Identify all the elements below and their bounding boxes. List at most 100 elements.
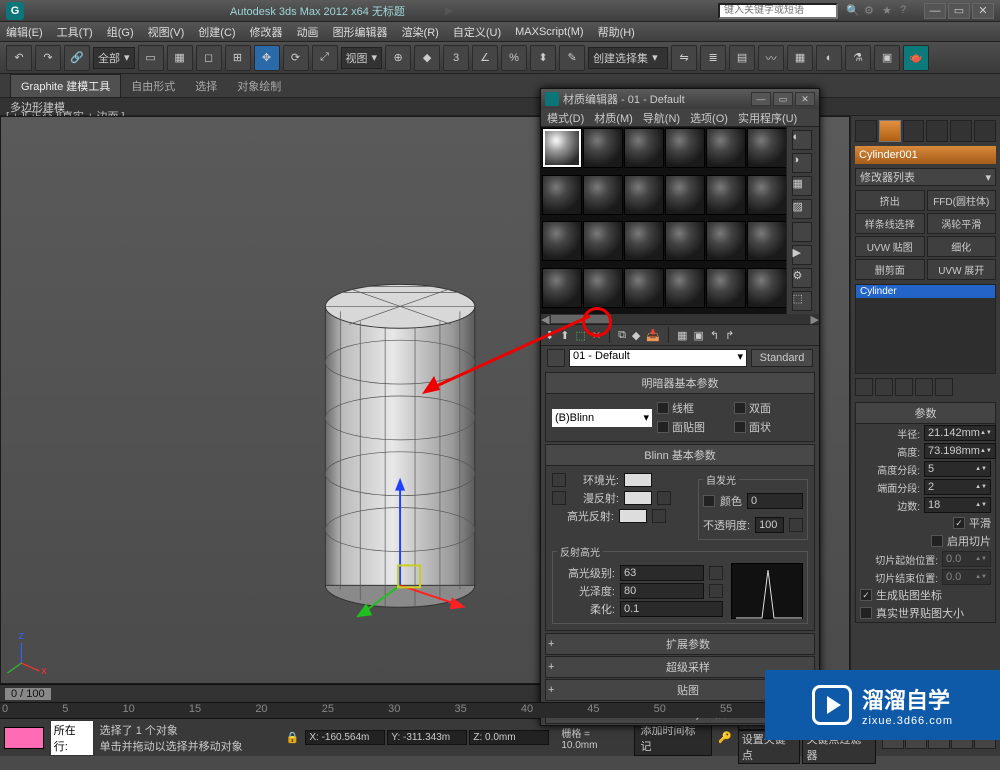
height-spinner[interactable]: 73.198mm▲▼ — [924, 443, 996, 459]
listener-field[interactable]: 所在行: — [50, 720, 94, 756]
mod-btn[interactable]: 挤出 — [855, 190, 925, 211]
options-button[interactable]: ⚙ — [792, 268, 812, 288]
backlight-button[interactable]: ◑ — [792, 153, 812, 173]
mat-menu-item[interactable]: 选项(O) — [690, 110, 728, 126]
mod-btn[interactable]: 样条线选择 — [855, 213, 925, 234]
manipulate-button[interactable]: ◆ — [414, 45, 440, 71]
menu-item[interactable]: 工具(T) — [57, 24, 93, 40]
ribbon-tab-paint[interactable]: 对象绘制 — [227, 75, 291, 97]
keyword-search-input[interactable] — [718, 3, 838, 19]
ribbon-tab-freeform[interactable]: 自由形式 — [121, 75, 185, 97]
snap-toggle[interactable]: 3 — [443, 45, 469, 71]
mat-maximize-button[interactable]: ▭ — [773, 92, 793, 106]
ribbon-tab-select[interactable]: 选择 — [185, 75, 227, 97]
rollout-extended[interactable]: +扩展参数 — [545, 633, 815, 655]
redo-button[interactable]: ↷ — [35, 45, 61, 71]
genuv-checkbox[interactable]: ✓ — [860, 589, 872, 601]
scale-button[interactable]: ⤢ — [312, 45, 338, 71]
select-by-mat-button[interactable]: ⬚ — [792, 291, 812, 311]
menu-item[interactable]: 创建(C) — [198, 24, 235, 40]
show-end-button[interactable] — [875, 378, 893, 396]
params-header[interactable]: 参数 — [856, 403, 995, 424]
curve-editor-button[interactable]: 〰 — [758, 45, 784, 71]
uv-tile-button[interactable]: ▨ — [792, 199, 812, 219]
align-button[interactable]: ≣ — [700, 45, 726, 71]
mat-menu-item[interactable]: 材质(M) — [594, 110, 633, 126]
diffuse-swatch[interactable] — [624, 491, 652, 505]
specular-swatch[interactable] — [619, 509, 647, 523]
lock-icon[interactable]: 🔒 — [286, 731, 300, 744]
ambient-swatch[interactable] — [624, 473, 652, 487]
cseg-spinner[interactable]: 2▲▼ — [924, 479, 991, 495]
reset-button[interactable]: ✕ — [592, 329, 601, 342]
material-editor-titlebar[interactable]: 材质编辑器 - 01 - Default — ▭ ✕ — [541, 89, 819, 109]
maximize-button[interactable]: ▭ — [948, 3, 970, 19]
pin-stack-button[interactable] — [855, 378, 873, 396]
select-name-button[interactable]: ▦ — [167, 45, 193, 71]
display-tab[interactable] — [950, 120, 972, 142]
opacity-map-button[interactable] — [789, 518, 803, 532]
render-frame-button[interactable]: ▣ — [874, 45, 900, 71]
utilities-tab[interactable] — [974, 120, 996, 142]
background-button[interactable]: ▦ — [792, 176, 812, 196]
rollout-header[interactable]: 明暗器基本参数 — [546, 373, 814, 394]
rotate-button[interactable]: ⟳ — [283, 45, 309, 71]
mod-btn[interactable]: 涡轮平滑 — [927, 213, 997, 234]
sample-slot[interactable] — [542, 221, 582, 261]
slice-checkbox[interactable] — [931, 535, 943, 547]
sample-slot[interactable] — [583, 175, 623, 215]
speclevel-spinner[interactable]: 63 — [620, 565, 704, 581]
sample-slot[interactable] — [665, 268, 705, 308]
menu-item[interactable]: 组(G) — [107, 24, 134, 40]
put-to-scene-button[interactable]: ⬆ — [560, 329, 569, 342]
smooth-checkbox[interactable]: ✓ — [953, 517, 965, 529]
hierarchy-tab[interactable] — [903, 120, 925, 142]
make-preview-button[interactable]: ▶ — [792, 245, 812, 265]
infocenter-icons[interactable]: 🔍⚙★? — [846, 4, 914, 18]
gloss-map-button[interactable] — [709, 584, 723, 598]
menu-item[interactable]: 动画 — [297, 24, 319, 40]
sample-slot[interactable] — [747, 268, 787, 308]
menu-item[interactable]: 编辑(E) — [6, 24, 43, 40]
menu-item[interactable]: 图形编辑器 — [333, 24, 388, 40]
go-parent-button[interactable]: ↰ — [710, 329, 719, 342]
undo-button[interactable]: ↶ — [6, 45, 32, 71]
diffuse-lock-button[interactable] — [552, 491, 566, 505]
hseg-spinner[interactable]: 5▲▼ — [924, 461, 991, 477]
angle-snap-button[interactable]: ∠ — [472, 45, 498, 71]
edit-sel-button[interactable]: ✎ — [559, 45, 585, 71]
coord-y[interactable]: Y: -311.343m — [387, 730, 467, 745]
menu-item[interactable]: 自定义(U) — [453, 24, 501, 40]
minimize-button[interactable]: — — [924, 3, 946, 19]
sides-spinner[interactable]: 18▲▼ — [924, 497, 991, 513]
render-button[interactable]: 🫖 — [903, 45, 929, 71]
sample-slot[interactable] — [624, 221, 664, 261]
modify-tab[interactable] — [879, 120, 901, 142]
mod-btn[interactable]: FFD(圆柱体) — [927, 190, 997, 211]
modifier-list-dropdown[interactable]: 修改器列表▾ — [855, 168, 996, 186]
selection-filter-dropdown[interactable]: 全部▾ — [93, 47, 135, 69]
pick-material-button[interactable] — [547, 349, 565, 367]
faceted-checkbox[interactable] — [734, 421, 746, 433]
mat-menu-item[interactable]: 模式(D) — [547, 110, 584, 126]
schematic-button[interactable]: ▦ — [787, 45, 813, 71]
mod-btn[interactable]: 细化 — [927, 236, 997, 257]
ribbon-tab-graphite[interactable]: Graphite 建模工具 — [10, 74, 121, 98]
mod-btn[interactable]: UVW 展开 — [927, 259, 997, 280]
stack-item-cylinder[interactable]: Cylinder — [856, 285, 995, 298]
put-to-lib-button[interactable]: 📥 — [646, 329, 660, 342]
ambient-lock-button[interactable] — [552, 473, 566, 487]
make-unique-button[interactable]: ◆ — [632, 329, 640, 342]
radius-spinner[interactable]: 21.142mm▲▼ — [924, 425, 996, 441]
sample-slot[interactable] — [747, 175, 787, 215]
sample-slot[interactable] — [706, 268, 746, 308]
sample-slot[interactable] — [542, 268, 582, 308]
sample-slot[interactable] — [706, 175, 746, 215]
soften-spinner[interactable]: 0.1 — [620, 601, 723, 617]
sample-slot[interactable] — [706, 128, 746, 168]
material-name-dropdown[interactable]: 01 - Default▾ — [569, 349, 747, 367]
sample-scrollbar[interactable]: ◀▶ — [541, 314, 819, 324]
script-recorder-icon[interactable] — [4, 727, 44, 749]
percent-snap-button[interactable]: % — [501, 45, 527, 71]
object-name-field[interactable]: Cylinder001 — [855, 146, 996, 164]
